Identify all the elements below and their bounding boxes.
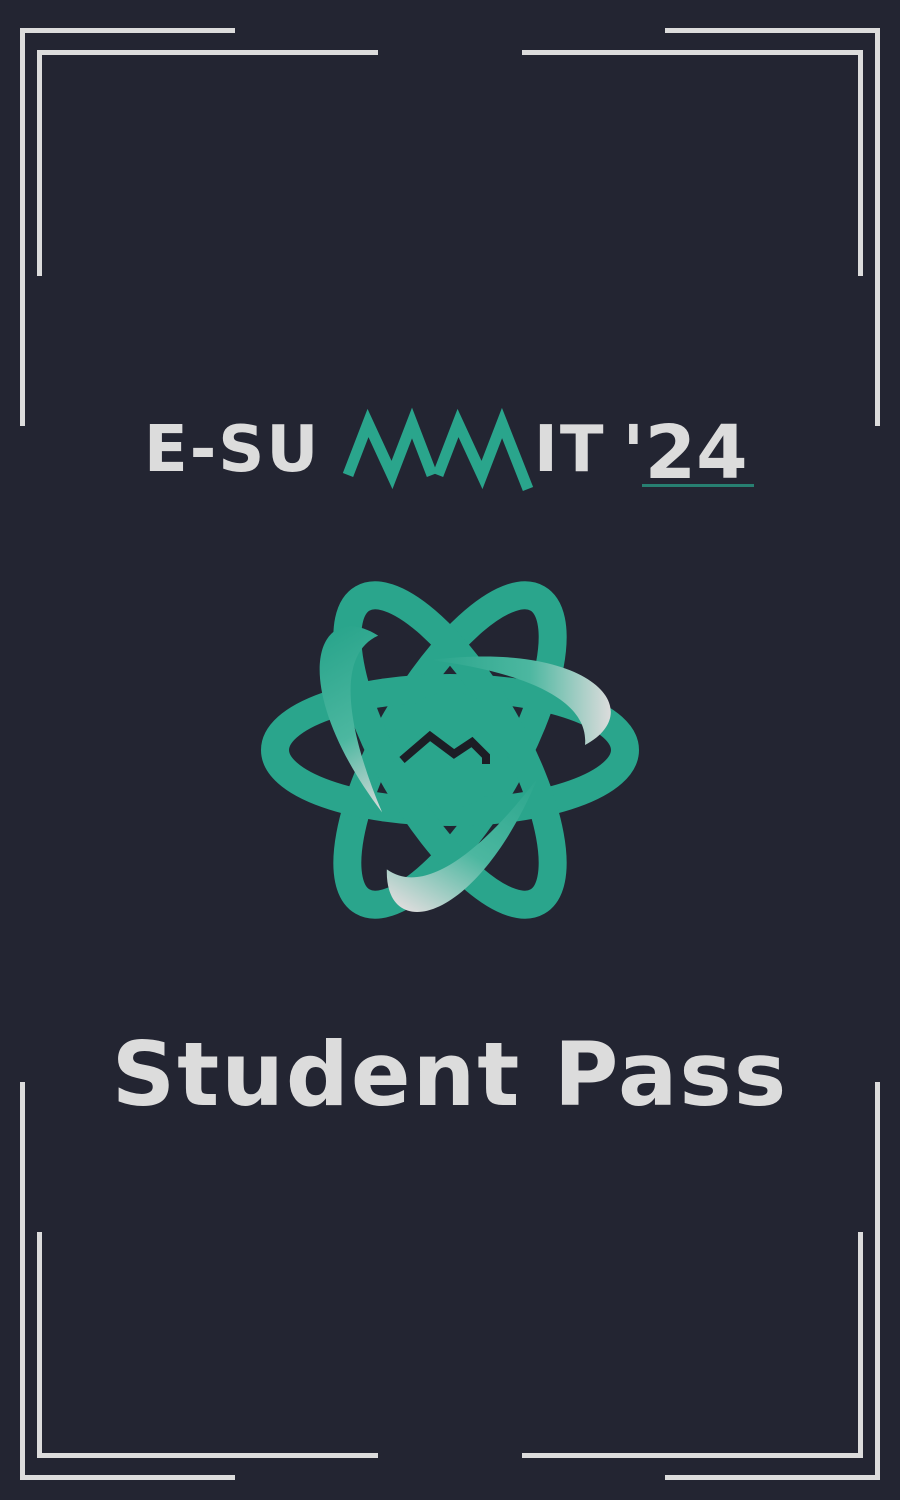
event-title-wordmark: E-SU IT '24 bbox=[144, 407, 754, 495]
frame-line bbox=[20, 1475, 235, 1480]
event-title-part2: IT bbox=[534, 413, 605, 487]
frame-line bbox=[37, 50, 42, 276]
frame-line bbox=[875, 28, 880, 426]
event-title-year: '24 bbox=[622, 410, 748, 495]
frame-line bbox=[20, 1082, 25, 1480]
frame-line bbox=[665, 1475, 880, 1480]
title-underline-accent bbox=[642, 484, 754, 487]
frame-line bbox=[37, 1232, 42, 1458]
frame-line bbox=[522, 50, 863, 55]
frame-line bbox=[522, 1453, 863, 1458]
frame-line bbox=[37, 1453, 378, 1458]
event-title-part1: E-SU bbox=[144, 413, 320, 487]
summit-m-marks bbox=[342, 407, 534, 492]
frame-line bbox=[858, 50, 863, 276]
atom-mountain-logo-icon bbox=[250, 550, 650, 950]
frame-line bbox=[875, 1082, 880, 1480]
frame-line bbox=[665, 28, 880, 33]
frame-line bbox=[37, 50, 378, 55]
pass-type-label: Student Pass bbox=[111, 1023, 789, 1126]
frame-line bbox=[858, 1232, 863, 1458]
frame-line bbox=[20, 28, 25, 426]
event-title: E-SU IT '24 bbox=[0, 405, 900, 495]
atom-logo-svg bbox=[261, 581, 639, 919]
frame-line bbox=[20, 28, 235, 33]
